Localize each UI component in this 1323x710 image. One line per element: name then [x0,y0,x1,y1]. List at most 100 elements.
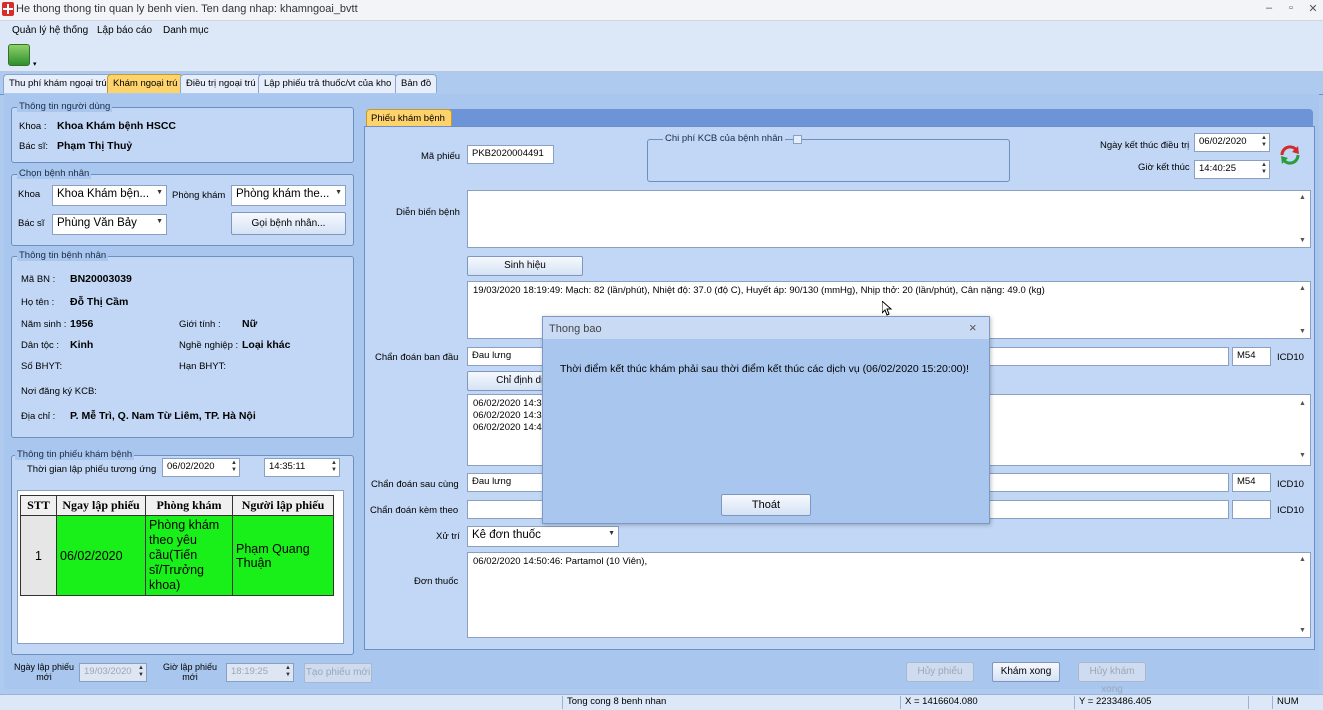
status-num: NUM [1272,696,1305,709]
dialog-close-icon[interactable]: × [969,320,977,335]
spinner-icon[interactable]: ▲ ▼ [1261,135,1267,149]
col-ngay[interactable]: Ngay lập phiếu [56,495,146,516]
dien-bien-label: Diễn biến bệnh [396,207,460,218]
exam-time-value: 14:35:11 [269,461,306,472]
scroll-down-icon[interactable]: ▼ [1299,237,1306,244]
scroll-down-icon[interactable]: ▼ [1299,627,1306,634]
bacsi-label: Bác sĩ: [19,141,49,152]
scroll-down-icon[interactable]: ▼ [1299,328,1306,335]
thoat-button[interactable]: Thoát [721,494,811,516]
dien-bien-textarea[interactable]: ▲ ▼ [467,190,1311,248]
phongkham-select-value: Phòng khám the... [236,188,330,200]
scrollbar[interactable]: ▲ ▼ [1296,282,1310,338]
exam-time-input[interactable]: 14:35:11 ▲ ▼ [264,458,340,477]
exam-grid[interactable]: STT Ngay lập phiếu Phòng khám Người lập … [17,490,344,644]
menu-quan-ly-he-thong[interactable]: Quản lý hệ thống [12,25,88,36]
icd-kem-theo-input[interactable] [1232,500,1271,519]
minimize-button[interactable]: – [1262,2,1276,16]
sinh-hieu-button[interactable]: Sinh hiệu [467,256,583,276]
toolbar-dropdown-icon[interactable]: ▾ [33,60,37,68]
gioi-tinh-value: Nữ [242,318,258,330]
ngay-lap-input[interactable]: 19/03/2020 ▲ ▼ [79,663,147,682]
han-bhyt-label: Hạn BHYT: [179,361,226,372]
gio-ket-thuc-label: Giờ kết thúc [1138,162,1190,173]
hospital-cross-icon [2,2,14,16]
scrollbar[interactable]: ▲ ▼ [1296,191,1310,247]
nam-sinh-value: 1956 [70,318,94,330]
tab-phieu-kham-benh[interactable]: Phiếu khám bệnh [366,109,452,127]
ho-ten-label: Họ tên : [21,297,55,308]
kham-xong-button[interactable]: Khám xong [992,662,1060,682]
col-stt[interactable]: STT [20,495,57,516]
scroll-up-icon[interactable]: ▲ [1299,556,1306,563]
scrollbar[interactable]: ▲ ▼ [1296,395,1310,465]
ngay-lap-label: Ngày lập phiếu mới [13,662,75,682]
scroll-down-icon[interactable]: ▼ [1299,450,1306,462]
col-nguoi[interactable]: Người lập phiếu [232,495,334,516]
status-y: Y = 2233486.405 [1074,696,1249,709]
status-empty [1248,696,1273,709]
spinner-icon[interactable]: ▲ ▼ [331,460,337,474]
huy-phieu-button[interactable]: Hủy phiếu [906,662,974,682]
sp-khoa-label: Khoa [18,189,41,200]
menu-danh-muc[interactable]: Danh mục [163,25,209,36]
table-row[interactable]: 1 06/02/2020 Phòng khám theo yêu cầu(Tiế… [20,515,334,596]
chevron-down-icon: ▼ [156,218,163,225]
ngay-ket-thuc-value: 06/02/2020 [1199,136,1247,147]
xu-tri-select[interactable]: Kê đơn thuốc ▼ [467,526,619,547]
huy-kham-xong-button[interactable]: Hủy khám xong [1078,662,1146,695]
tab-kham-ngoai-tru[interactable]: Khám ngoại trú [107,74,184,93]
spinner-icon[interactable]: ▲ ▼ [231,460,237,474]
refresh-data-icon[interactable] [8,44,30,66]
chan-doan-ban-dau-label: Chẩn đoán ban đầu [375,352,459,363]
call-patient-button[interactable]: Gọi bệnh nhân... [231,212,346,235]
right-tabstrip [446,109,1313,126]
status-x: X = 1416604.080 [900,696,1075,709]
spinner-icon[interactable]: ▲ ▼ [138,665,144,679]
col-phong[interactable]: Phòng khám [145,495,233,516]
dia-chi-label: Địa chỉ : [21,411,56,422]
scroll-up-icon[interactable]: ▲ [1299,285,1306,292]
create-form-button[interactable]: Tạo phiếu mới [304,663,372,683]
cell-nguoi: Phạm Quang Thuận [232,515,334,596]
window-title: He thong thong tin quan ly benh vien. Te… [16,3,358,15]
don-thuoc-textarea[interactable]: 06/02/2020 14:50:46: Partamol (10 Viên),… [467,552,1311,638]
tab-lap-phieu-tra[interactable]: Lập phiếu trả thuốc/vt của kho [258,74,398,93]
exam-date-value: 06/02/2020 [167,461,215,472]
tab-thu-phi[interactable]: Thu phí khám ngoại trú [3,74,113,93]
phongkham-select[interactable]: Phòng khám the... ▼ [231,185,346,206]
ma-phieu-input[interactable]: PKB2020004491 [467,145,554,164]
chevron-down-icon: ▼ [608,530,615,537]
icd-sau-cung-input[interactable]: M54 [1232,473,1271,492]
nghe-nghiep-label: Nghề nghiệp : [179,340,239,351]
khoa-select-value: Khoa Khám bện... [57,188,150,200]
scroll-up-icon[interactable]: ▲ [1299,398,1306,410]
gio-lap-label: Giờ lập phiếu mới [163,662,217,682]
chiphi-checkbox[interactable] [793,135,802,144]
chiphi-legend: Chi phí KCB của bệnh nhân [663,133,785,144]
scroll-up-icon[interactable]: ▲ [1299,194,1306,201]
scrollbar[interactable]: ▲ ▼ [1296,553,1310,637]
ho-ten-value: Đỗ Thị Cầm [70,296,129,308]
ngay-ket-thuc-input[interactable]: 06/02/2020 ▲ ▼ [1194,133,1270,152]
gio-lap-input[interactable]: 18:19:25 ▲ ▼ [226,663,294,682]
close-window-button[interactable]: ✕ [1306,2,1320,16]
gio-ket-thuc-value: 14:40:25 [1199,163,1236,174]
tab-ban-do[interactable]: Bản đồ [395,74,438,93]
icd-ban-dau-input[interactable]: M54 [1232,347,1271,366]
spinner-icon[interactable]: ▲ ▼ [285,665,291,679]
gio-ket-thuc-input[interactable]: 14:40:25 ▲ ▼ [1194,160,1270,179]
bacsi-select[interactable]: Phùng Văn Bảy ▼ [52,214,167,235]
spinner-icon[interactable]: ▲ ▼ [1261,162,1267,176]
ma-bn-value: BN20003039 [70,273,132,285]
exam-date-input[interactable]: 06/02/2020 ▲ ▼ [162,458,240,477]
ma-phieu-label: Mã phiếu [421,151,461,162]
tab-dieu-tri[interactable]: Điều trị ngoại trú [180,74,262,93]
cell-ngay: 06/02/2020 [56,515,146,596]
patient-info-legend: Thông tin bệnh nhân [17,250,109,261]
menu-lap-bao-cao[interactable]: Lập báo cáo [97,25,152,36]
user-info-group [11,107,354,163]
maximize-button[interactable]: ▫ [1284,2,1298,16]
khoa-select[interactable]: Khoa Khám bện... ▼ [52,185,167,206]
refresh-icon[interactable] [1278,143,1302,167]
